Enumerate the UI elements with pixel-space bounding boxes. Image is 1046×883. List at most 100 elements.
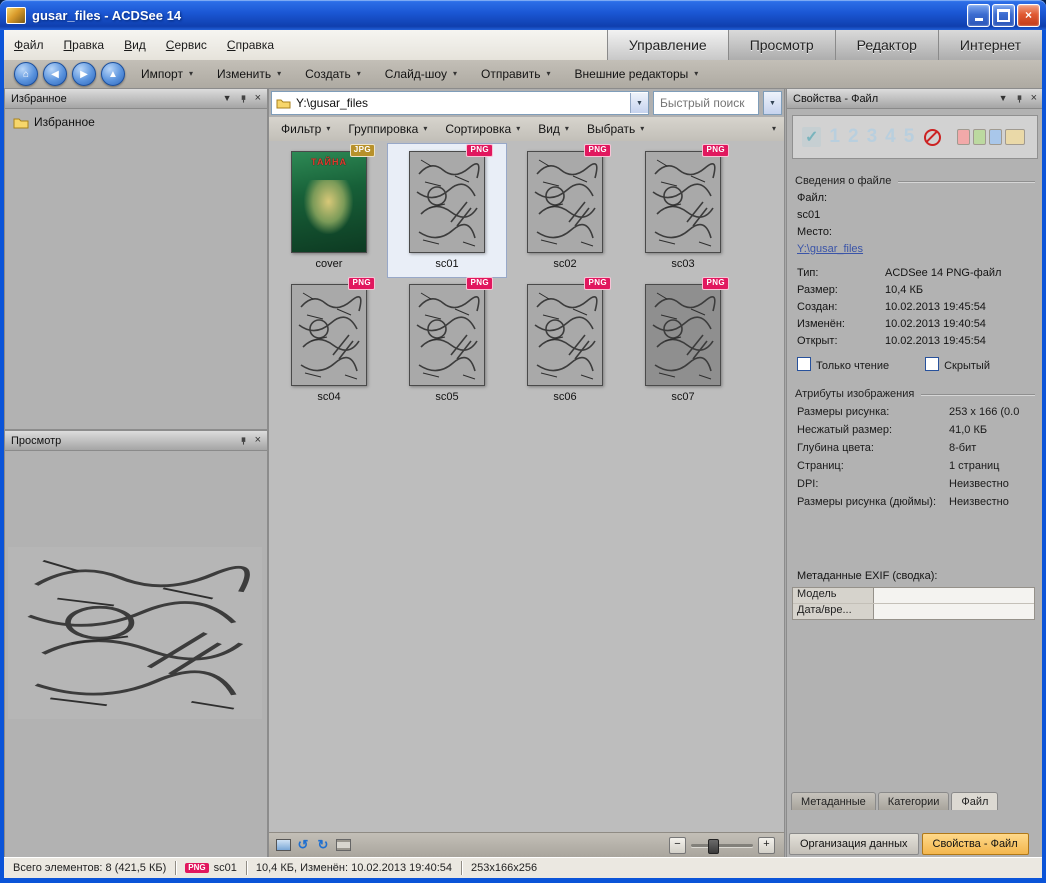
external-editors-dropdown[interactable]: Внешние редакторы▾ — [564, 63, 710, 85]
panel-menu-icon[interactable]: ▼ — [999, 94, 1008, 103]
thumbnail-sc03[interactable]: PNG sc03 — [624, 144, 742, 277]
tab-editor[interactable]: Редактор — [835, 30, 938, 61]
color-label-red[interactable] — [957, 129, 970, 145]
tab-file[interactable]: Файл — [951, 792, 998, 810]
app-window: gusar_files - ACDSee 14 × Файл Правка Ви… — [0, 0, 1046, 883]
preview-mode-button[interactable] — [274, 837, 292, 854]
sorting-label: Сортировка — [445, 122, 511, 136]
organize-data-button[interactable]: Организация данных — [789, 833, 919, 855]
menu-help[interactable]: Справка — [217, 30, 284, 60]
forward-button[interactable]: ▶ — [72, 62, 96, 86]
color-label-blue[interactable] — [989, 129, 1002, 145]
readonly-checkbox[interactable] — [797, 357, 811, 371]
send-dropdown[interactable]: Отправить▾ — [470, 63, 562, 85]
home-button[interactable]: ⌂ — [14, 62, 38, 86]
zoom-out-button[interactable]: − — [669, 837, 686, 854]
menu-tools[interactable]: Сервис — [156, 30, 217, 60]
file-place-value-row: Y:\gusar_files — [797, 243, 1033, 255]
file-attribute-checkboxes: Только чтение Скрытый — [797, 357, 1033, 372]
edit-dropdown[interactable]: Изменить▾ — [206, 63, 292, 85]
tab-view[interactable]: Просмотр — [728, 30, 835, 61]
address-combobox[interactable]: Y:\gusar_files ▼ — [271, 91, 649, 115]
hidden-checkbox[interactable] — [925, 357, 939, 371]
tag-check-icon[interactable]: ✓ — [802, 127, 821, 147]
thumbnail-sc06[interactable]: PNG sc06 — [506, 277, 624, 410]
chevron-down-icon: ▾ — [565, 125, 569, 133]
image-attrs-section-header: Атрибуты изображения — [795, 388, 1035, 400]
color-label-yellow[interactable] — [1005, 129, 1025, 145]
close-panel-icon[interactable]: × — [255, 435, 261, 446]
search-dropdown-button[interactable]: ▼ — [763, 91, 782, 115]
minimize-button[interactable] — [967, 4, 990, 27]
view-dropdown[interactable]: Вид▾ — [530, 119, 577, 139]
zoom-slider-thumb[interactable] — [708, 839, 719, 854]
properties-panel-header: Свойства - Файл ▼ × — [787, 89, 1042, 109]
import-label: Импорт — [141, 67, 183, 81]
menu-file[interactable]: Файл — [4, 30, 54, 60]
thumbnail-sc07[interactable]: PNG sc07 — [624, 277, 742, 410]
preview-sketch — [8, 547, 262, 719]
panel-menu-icon[interactable]: ▼ — [223, 94, 232, 103]
chevron-down-icon: ▾ — [694, 70, 698, 78]
rating-2[interactable]: 2 — [848, 126, 859, 148]
menu-edit[interactable]: Правка — [54, 30, 115, 60]
create-dropdown[interactable]: Создать▾ — [294, 63, 372, 85]
back-button[interactable]: ◀ — [43, 62, 67, 86]
rating-3[interactable]: 3 — [867, 126, 878, 148]
status-current-file: PNG sc01 — [176, 862, 246, 874]
file-type-value: ACDSee 14 PNG-файл — [885, 267, 1001, 279]
up-button[interactable]: ▲ — [101, 62, 125, 86]
tab-categories[interactable]: Категории — [878, 792, 950, 810]
cover-thumbnail-image: ТАЙНА — [292, 152, 366, 252]
zoom-in-button[interactable]: + — [758, 837, 775, 854]
thumbnail-sc02[interactable]: PNG sc02 — [506, 144, 624, 277]
pin-icon[interactable] — [239, 94, 248, 104]
file-place-link[interactable]: Y:\gusar_files — [797, 243, 863, 255]
rating-1[interactable]: 1 — [829, 126, 840, 148]
rotate-left-button[interactable]: ↺ — [294, 837, 312, 854]
close-panel-icon[interactable]: × — [255, 93, 261, 104]
app-icon — [6, 7, 26, 24]
properties-file-button[interactable]: Свойства - Файл — [922, 833, 1029, 855]
address-dropdown-button[interactable]: ▼ — [630, 93, 648, 113]
file-opened-row: Открыт:10.02.2013 19:45:54 — [797, 335, 1033, 347]
sorting-dropdown[interactable]: Сортировка▾ — [437, 119, 528, 139]
close-panel-icon[interactable]: × — [1031, 93, 1037, 104]
select-dropdown[interactable]: Выбрать▾ — [579, 119, 652, 139]
exif-summary-table: Модель Дата/вре... — [792, 587, 1035, 620]
filterbar-overflow-icon[interactable]: ▾ — [772, 125, 780, 133]
quick-search-box[interactable] — [653, 91, 759, 115]
slideshow-dropdown[interactable]: Слайд-шоу▾ — [374, 63, 468, 85]
thumbnail-sc04[interactable]: PNG sc04 — [270, 277, 388, 410]
no-rating-icon[interactable] — [924, 129, 941, 146]
quick-search-input[interactable] — [658, 95, 754, 111]
select-label: Выбрать — [587, 122, 635, 136]
rotate-right-button[interactable]: ↻ — [314, 837, 332, 854]
hidden-option[interactable]: Скрытый — [925, 357, 990, 372]
tab-metadata[interactable]: Метаданные — [791, 792, 876, 810]
pin-icon[interactable] — [1015, 94, 1024, 104]
rating-5[interactable]: 5 — [904, 126, 915, 148]
filmstrip-mode-button[interactable] — [334, 837, 352, 854]
readonly-option[interactable]: Только чтение — [797, 357, 889, 372]
thumbnail-sc01[interactable]: PNG sc01 — [388, 144, 506, 277]
attr-uncompressed-row: Несжатый размер:41,0 КБ — [797, 424, 1033, 436]
favorites-root-item[interactable]: Избранное — [5, 109, 267, 135]
maximize-button[interactable] — [992, 4, 1015, 27]
import-dropdown[interactable]: Импорт▾ — [130, 63, 204, 85]
grouping-dropdown[interactable]: Группировка▾ — [340, 119, 435, 139]
tab-manage[interactable]: Управление — [607, 30, 728, 61]
close-button[interactable]: × — [1017, 4, 1040, 27]
menu-view[interactable]: Вид — [114, 30, 156, 60]
thumbnail-area: ТАЙНА JPG cover PNG sc01 PNG — [269, 141, 784, 833]
color-label-green[interactable] — [973, 129, 986, 145]
format-badge: PNG — [348, 277, 375, 290]
zoom-slider[interactable] — [691, 844, 753, 847]
tab-internet[interactable]: Интернет — [938, 30, 1042, 61]
thumbnail-cover[interactable]: ТАЙНА JPG cover — [270, 144, 388, 277]
thumbnail-sc05[interactable]: PNG sc05 — [388, 277, 506, 410]
thumbnail-grid: ТАЙНА JPG cover PNG sc01 PNG — [269, 141, 784, 413]
filter-dropdown[interactable]: Фильтр▾ — [273, 119, 338, 139]
pin-icon[interactable] — [239, 436, 248, 446]
rating-4[interactable]: 4 — [885, 126, 896, 148]
